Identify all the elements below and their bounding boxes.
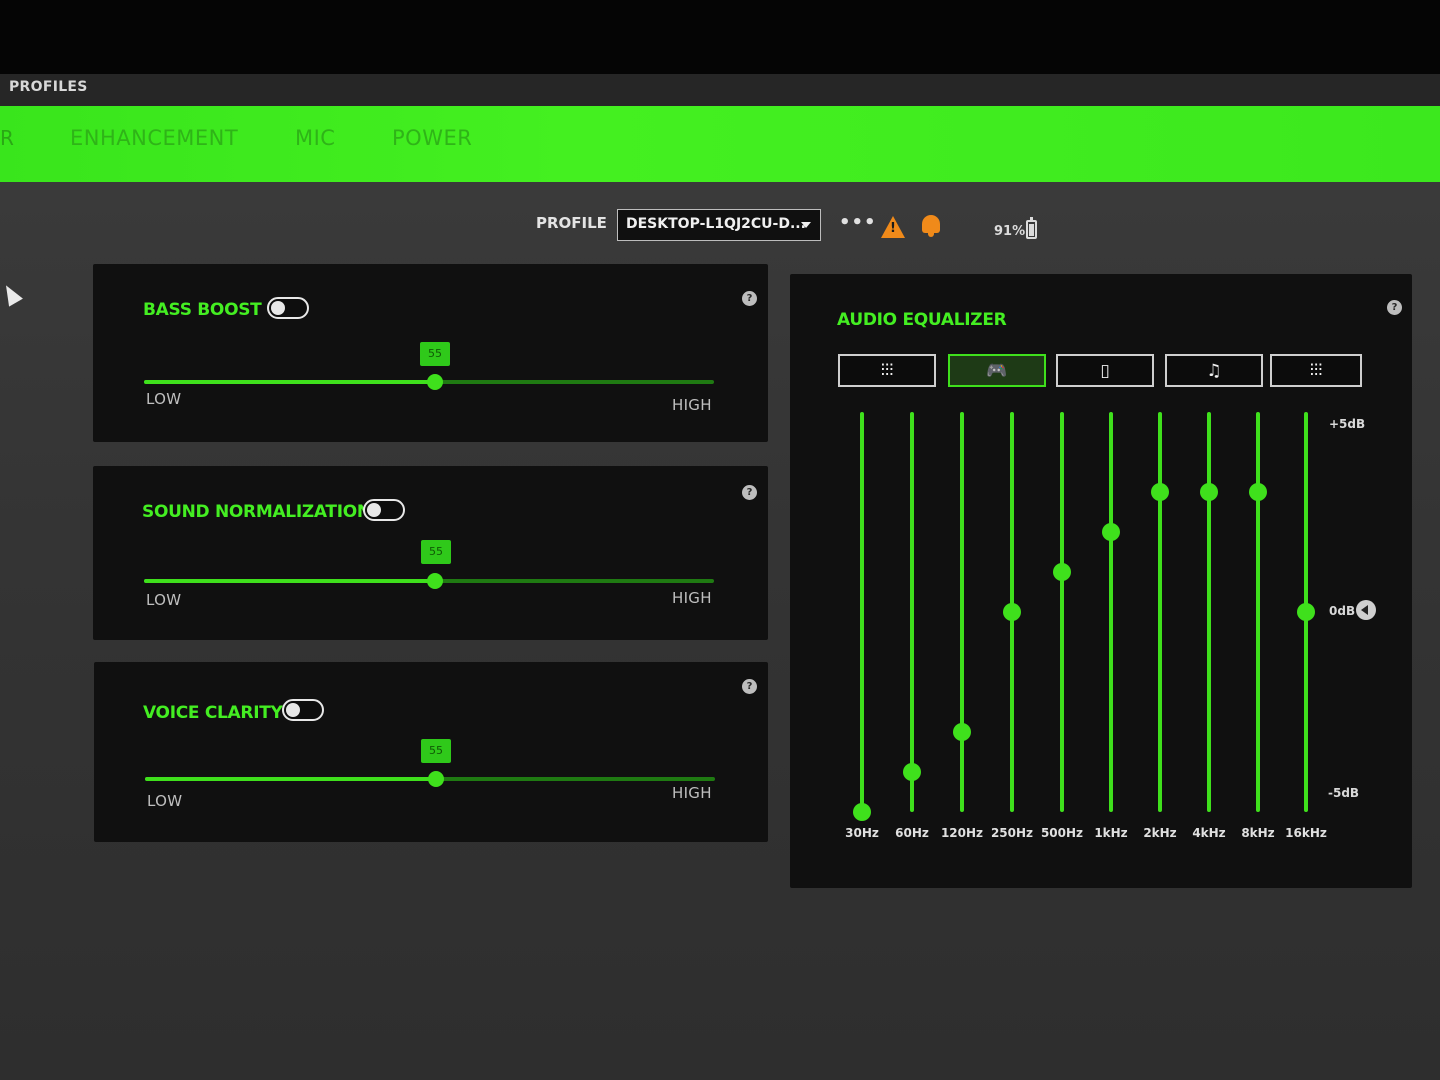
eq-band: 500Hz <box>1041 412 1083 842</box>
toggle-knob <box>286 703 300 717</box>
help-icon[interactable]: ? <box>1387 300 1402 315</box>
eq-thumb[interactable] <box>903 763 921 781</box>
eq-band: 250Hz <box>991 412 1033 842</box>
tab-enhancement[interactable]: ENHANCEMENT <box>70 126 238 150</box>
slider-thumb[interactable] <box>427 771 444 787</box>
preset-button-custom[interactable]: ⫶⫶⫶ <box>1270 354 1362 387</box>
voice-clarity-title: VOICE CLARITY <box>143 703 283 723</box>
toggle-knob <box>367 503 381 517</box>
profile-label: PROFILE <box>536 214 607 232</box>
help-icon[interactable]: ? <box>742 679 757 694</box>
notification-bell-icon[interactable] <box>922 215 940 233</box>
film-icon: ▯ <box>1100 361 1110 381</box>
music-note-icon: ♫ <box>1206 361 1222 381</box>
eq-band: 2kHz <box>1140 412 1180 842</box>
battery-percentage: 91% <box>994 224 1026 239</box>
eq-thumb[interactable] <box>953 723 971 741</box>
eq-track[interactable] <box>960 412 964 812</box>
bass-boost-slider[interactable] <box>144 374 714 390</box>
help-icon[interactable]: ? <box>742 291 757 306</box>
bass-boost-toggle[interactable] <box>267 297 309 319</box>
eq-freq-label: 16kHz <box>1285 826 1327 840</box>
custom-sliders-icon: ⫶⫶⫶ <box>1309 361 1323 381</box>
profile-select[interactable]: DESKTOP-L1QJ2CU-D... <box>617 209 821 241</box>
bass-boost-panel: ? BASS BOOST 55 LOW HIGH <box>93 264 768 442</box>
db-min-label: -5dB <box>1328 786 1360 800</box>
eq-band: 4kHz <box>1189 412 1229 842</box>
eq-track[interactable] <box>1256 412 1260 812</box>
audio-equalizer-panel: ? AUDIO EQUALIZER ⫶⫶⫶ 🎮 ▯ ♫ ⫶⫶⫶ 30Hz 60H… <box>790 274 1412 888</box>
eq-band: 8kHz <box>1238 412 1278 842</box>
voice-clarity-panel: ? VOICE CLARITY 55 LOW HIGH <box>94 662 768 842</box>
sound-normalization-title: SOUND NORMALIZATION <box>142 502 371 522</box>
profiles-bar <box>0 74 1440 106</box>
tab-power[interactable]: POWER <box>392 126 472 150</box>
more-options-icon[interactable]: ••• <box>839 212 877 233</box>
profile-selected-value: DESKTOP-L1QJ2CU-D... <box>626 216 806 232</box>
audio-equalizer-title: AUDIO EQUALIZER <box>837 310 1007 330</box>
tab-edge-label[interactable]: R <box>0 126 14 150</box>
eq-band: 30Hz <box>842 412 882 842</box>
eq-thumb[interactable] <box>1249 483 1267 501</box>
db-max-label: +5dB <box>1329 417 1366 431</box>
slider-fill <box>144 579 435 583</box>
eq-band: 16kHz <box>1285 412 1327 842</box>
eq-thumb[interactable] <box>853 803 871 821</box>
warning-icon-mark: ! <box>890 221 896 236</box>
eq-thumb[interactable] <box>1297 603 1315 621</box>
bass-boost-value: 55 <box>420 342 450 366</box>
eq-track[interactable] <box>1060 412 1064 812</box>
low-label: LOW <box>146 390 182 408</box>
sound-normalization-value: 55 <box>421 540 451 564</box>
low-label: LOW <box>146 591 182 609</box>
preset-button-default[interactable]: ⫶⫶⫶ <box>838 354 936 387</box>
battery-fill <box>1029 224 1034 236</box>
bass-boost-title: BASS BOOST <box>143 300 262 320</box>
voice-clarity-slider[interactable] <box>145 771 715 787</box>
profiles-label[interactable]: PROFILES <box>9 79 88 95</box>
eq-track[interactable] <box>910 412 914 812</box>
eq-thumb[interactable] <box>1102 523 1120 541</box>
battery-icon <box>1026 217 1037 239</box>
slider-thumb[interactable] <box>426 374 443 390</box>
gamepad-icon: 🎮 <box>986 361 1008 381</box>
tab-mic[interactable]: MIC <box>295 126 335 150</box>
sound-normalization-panel: ? SOUND NORMALIZATION 55 LOW HIGH <box>93 466 768 640</box>
eq-thumb[interactable] <box>1200 483 1218 501</box>
eq-track[interactable] <box>1158 412 1162 812</box>
equalizer-sliders-icon: ⫶⫶⫶ <box>880 361 894 381</box>
eq-track[interactable] <box>860 412 864 812</box>
preset-button-movie[interactable]: ▯ <box>1056 354 1154 387</box>
eq-track[interactable] <box>1109 412 1113 812</box>
high-label: HIGH <box>672 396 712 414</box>
eq-thumb[interactable] <box>1151 483 1169 501</box>
voice-clarity-toggle[interactable] <box>282 699 324 721</box>
voice-clarity-value: 55 <box>421 739 451 763</box>
preset-button-game[interactable]: 🎮 <box>948 354 1046 387</box>
high-label: HIGH <box>672 589 712 607</box>
eq-band: 120Hz <box>941 412 983 842</box>
preset-button-music[interactable]: ♫ <box>1165 354 1263 387</box>
eq-band: 60Hz <box>892 412 932 842</box>
tabs: R ENHANCEMENT MIC POWER <box>0 124 1440 160</box>
eq-thumb[interactable] <box>1053 563 1071 581</box>
chevron-down-icon <box>801 222 811 228</box>
eq-track[interactable] <box>1207 412 1211 812</box>
db-mid-label: 0dB <box>1329 604 1356 618</box>
eq-thumb[interactable] <box>1003 603 1021 621</box>
sound-normalization-slider[interactable] <box>144 573 714 589</box>
slider-thumb[interactable] <box>426 573 443 589</box>
reset-zero-icon[interactable] <box>1356 600 1376 620</box>
low-label: LOW <box>147 792 183 810</box>
slider-fill <box>145 777 436 781</box>
eq-band: 1kHz <box>1091 412 1131 842</box>
help-icon[interactable]: ? <box>742 485 757 500</box>
sound-normalization-toggle[interactable] <box>363 499 405 521</box>
toggle-knob <box>271 301 285 315</box>
high-label: HIGH <box>672 784 712 802</box>
slider-fill <box>144 380 435 384</box>
top-dark-area <box>0 0 1440 74</box>
